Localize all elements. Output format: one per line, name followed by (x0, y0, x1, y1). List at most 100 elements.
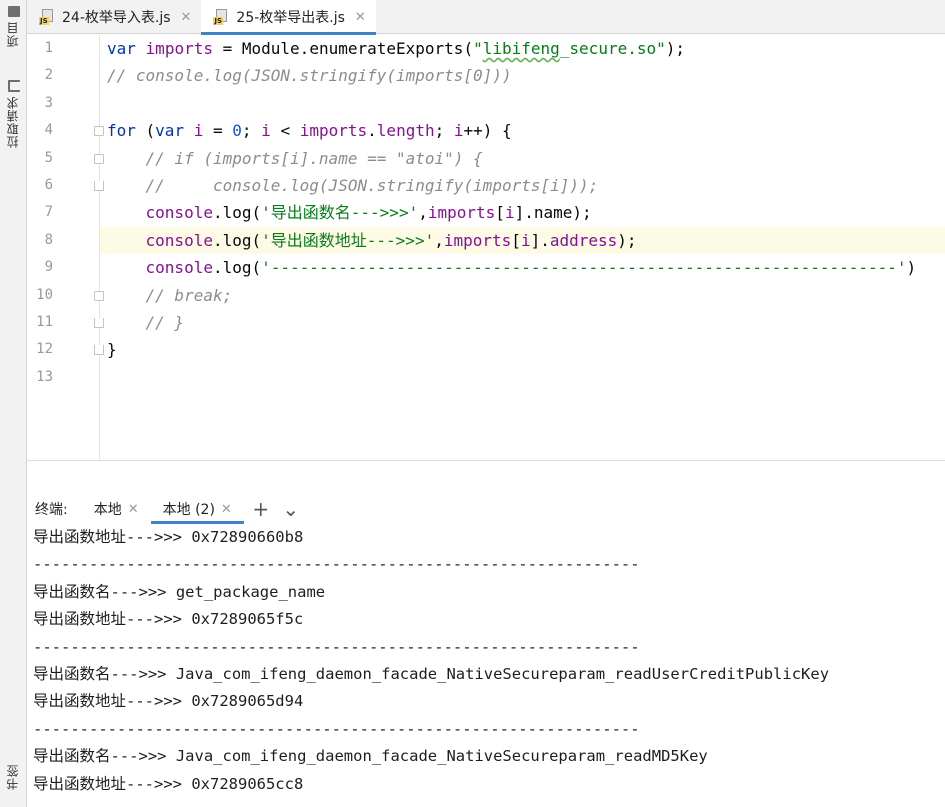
terminal-line: ----------------------------------------… (33, 637, 640, 656)
code-token: ( (135, 121, 156, 141)
code-line[interactable]: } (100, 336, 945, 363)
terminal-line: 导出函数地址--->>> 0x72890660b8 (33, 528, 304, 546)
terminal-output[interactable]: 导出函数地址--->>> 0x72890660b8 ---------------… (27, 524, 945, 807)
code-editor[interactable]: var imports = Module.enumerateExports("l… (100, 35, 945, 460)
code-line[interactable]: // console.log(JSON.stringify(imports[i]… (100, 172, 945, 199)
pull-requests-tool-button[interactable]: 拉取请求 (0, 80, 27, 148)
terminal-line: ----------------------------------------… (33, 555, 640, 574)
code-token: ) (906, 258, 917, 278)
code-line[interactable] (100, 364, 945, 391)
editor-gutter[interactable]: 1 2 3 4 5 6 7 8 9 10 11 12 13 (27, 35, 130, 460)
terminal-line: 导出函数地址--->>> 0x7289065cc8 (33, 774, 304, 793)
code-token: ); (665, 39, 686, 58)
project-tool-button[interactable]: 项目 (0, 6, 27, 47)
code-token: length (376, 121, 435, 141)
code-token: // console.log(JSON.stringify(imports[i]… (145, 176, 599, 195)
add-terminal-button[interactable]: + (248, 496, 274, 522)
code-token: ].name); (514, 203, 592, 223)
code-token: = (203, 121, 233, 141)
line-number[interactable]: 1 (27, 35, 53, 62)
code-token: var (107, 39, 136, 58)
code-line[interactable]: // console.log(JSON.stringify(imports[0]… (100, 62, 945, 89)
line-number[interactable]: 8 (27, 227, 53, 254)
line-number[interactable]: 13 (27, 364, 53, 391)
line-number[interactable]: 6 (27, 172, 53, 199)
line-number[interactable]: 10 (27, 282, 53, 309)
terminal-line: 导出函数地址--->>> 0x7289065f5c (33, 610, 304, 629)
terminal-tab-local-2[interactable]: 本地 (2) ✕ (150, 494, 245, 524)
code-line[interactable]: // if (imports[i].name == "atoi") { (100, 145, 945, 172)
terminal-tab-local[interactable]: 本地 ✕ (82, 494, 151, 524)
pull-request-icon (7, 80, 20, 92)
code-line[interactable] (100, 90, 945, 117)
code-token: i (520, 230, 531, 250)
code-token: < (270, 121, 300, 141)
javascript-file-icon: JS (39, 9, 55, 25)
code-token: = Module.enumerateExports( (212, 39, 474, 58)
code-token: ; (434, 121, 454, 141)
terminal-tool-header: 终端: 本地 ✕ 本地 (2) ✕ + ⌄ (27, 494, 945, 524)
code-token: // } (145, 313, 185, 332)
tab-25-enum-exports[interactable]: JS 25-枚举导出表.js ✕ (201, 0, 377, 35)
close-icon[interactable]: ✕ (128, 502, 139, 517)
line-number[interactable]: 7 (27, 199, 53, 226)
editor-empty-area (27, 460, 945, 494)
code-token: .log( (212, 230, 262, 250)
line-number[interactable]: 12 (27, 336, 53, 363)
line-number[interactable]: 4 (27, 117, 53, 144)
code-token: var (155, 121, 185, 141)
line-number[interactable]: 3 (27, 90, 53, 117)
code-line[interactable]: // break; (100, 282, 945, 309)
code-token: i (261, 121, 271, 141)
code-line[interactable]: console.log('导出函数名--->>>',imports[i].nam… (100, 199, 945, 226)
bookmarks-tool-label: 书签 (6, 764, 20, 790)
code-token: // if (imports[i].name == "atoi") { (145, 148, 483, 168)
line-number[interactable]: 2 (27, 62, 53, 89)
code-token: '导出函数名--->>>' (261, 203, 419, 223)
terminal-tab-label: 本地 (2) (162, 502, 215, 518)
left-tool-strip: 项目 拉取请求 书签 (0, 0, 27, 807)
bookmarks-tool-button[interactable]: 书签 (0, 764, 27, 790)
terminal-line: 导出函数名--->>> get_package_name (33, 582, 326, 601)
terminal-title: 终端: (35, 502, 68, 518)
code-token: imports (145, 39, 213, 58)
code-line[interactable]: for (var i = 0; i < imports.length; i++)… (100, 117, 945, 144)
code-line[interactable]: console.log('---------------------------… (100, 254, 945, 281)
terminal-line: ----------------------------------------… (33, 719, 640, 738)
code-token: for (107, 121, 136, 141)
code-token: i (453, 121, 464, 141)
close-icon[interactable]: ✕ (221, 502, 232, 517)
chevron-down-icon[interactable]: ⌄ (278, 496, 304, 522)
terminal-line: 导出函数名--->>> Java_com_ifeng_daemon_facade… (33, 747, 708, 766)
close-icon[interactable]: ✕ (181, 10, 192, 25)
code-token: address (549, 230, 618, 250)
code-token: // break; (145, 285, 233, 305)
project-tool-label: 项目 (6, 21, 20, 47)
code-line[interactable]: console.log('导出函数地址--->>>',imports[i].ad… (100, 226, 945, 255)
terminal-line: 导出函数名--->>> Java_com_ifeng_daemon_facade… (33, 664, 830, 683)
line-number[interactable]: 5 (27, 145, 53, 172)
code-token: console (145, 258, 213, 278)
code-line[interactable]: // } (100, 309, 945, 336)
editor-tab-bar: JS 24-枚举导入表.js ✕ JS 25-枚举导出表.js ✕ (27, 0, 945, 35)
tab-24-enum-imports[interactable]: JS 24-枚举导入表.js ✕ (27, 0, 201, 34)
line-number[interactable]: 9 (27, 254, 53, 281)
close-icon[interactable]: ✕ (355, 10, 366, 25)
code-token: ++) { (463, 121, 512, 141)
code-token: [ (511, 230, 521, 250)
code-token: '导出函数地址--->>>' (261, 230, 435, 250)
code-token: imports (299, 121, 368, 141)
code-line[interactable]: var imports = Module.enumerateExports("l… (100, 35, 945, 62)
javascript-file-icon: JS (213, 9, 229, 25)
code-token: 0 (232, 121, 242, 141)
terminal-line: 导出函数地址--->>> 0x7289065d94 (33, 692, 304, 711)
code-token: . (367, 121, 377, 141)
code-token: ]. (530, 230, 550, 250)
line-number[interactable]: 11 (27, 309, 53, 336)
code-token: _secure.so" (559, 39, 666, 58)
code-token: // console.log(JSON.stringify(imports[0]… (107, 66, 512, 86)
